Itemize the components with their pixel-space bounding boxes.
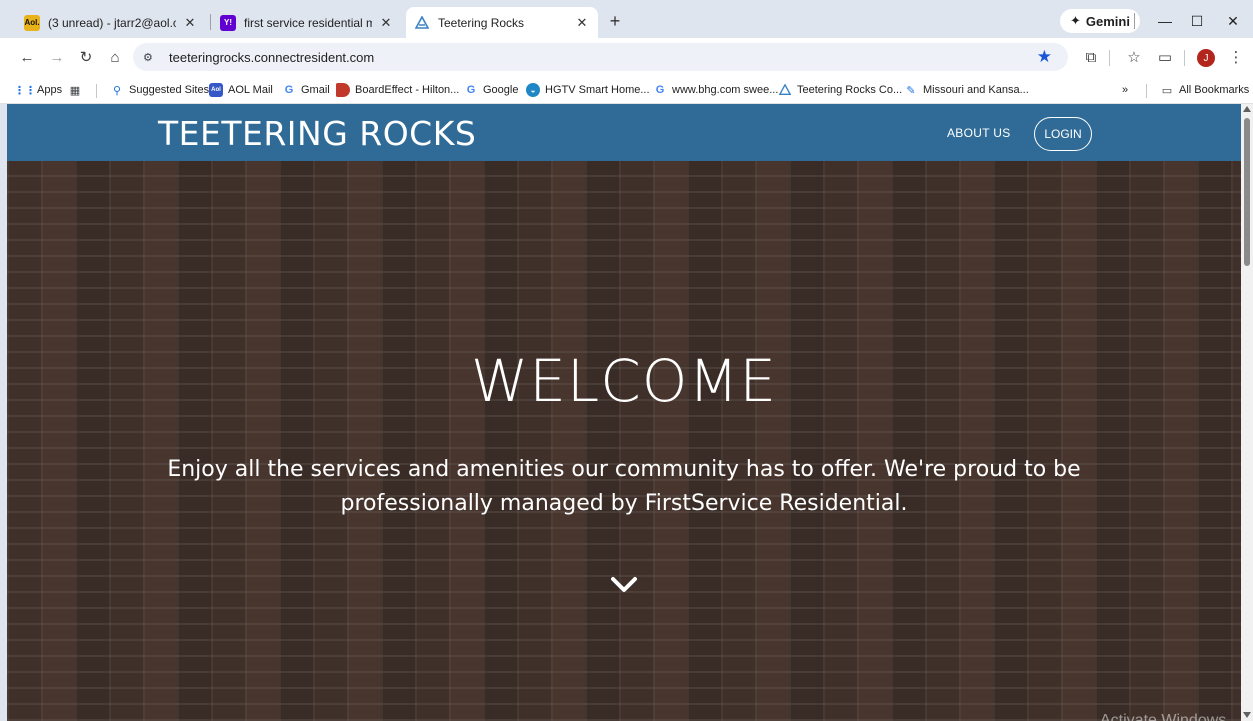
back-icon[interactable]: ← xyxy=(17,47,37,67)
bookmark-star-icon[interactable]: ★ xyxy=(1037,47,1052,67)
reload-icon[interactable]: ↻ xyxy=(76,47,96,67)
site-brand[interactable]: TEETERING ROCKS xyxy=(158,114,476,153)
gemini-label: Gemini xyxy=(1085,13,1130,29)
new-tab-icon[interactable]: + xyxy=(604,10,626,32)
toolbar-separator xyxy=(1184,50,1185,66)
bookmark-apps[interactable]: ⋮⋮ Apps xyxy=(14,80,63,100)
activate-windows-watermark: Activate Windows xyxy=(1100,712,1227,721)
bookmark-aol-mail[interactable]: Aol AOL Mail xyxy=(209,80,273,100)
hero-title: WELCOME xyxy=(470,347,778,415)
extensions-icon[interactable]: ⧉ xyxy=(1081,47,1101,67)
google-icon: G xyxy=(284,84,294,96)
all-bookmarks-label: All Bookmarks xyxy=(1179,84,1250,96)
site-header: TEETERING ROCKS ABOUT US LOGIN xyxy=(7,104,1241,161)
tab-groups-icon: ▦ xyxy=(69,84,81,97)
boardeffect-icon xyxy=(336,83,350,97)
bookmark-label: Suggested Sites xyxy=(129,84,210,96)
bookmark-label: Teetering Rocks Co... xyxy=(797,84,903,96)
chevron-double-right-icon: » xyxy=(1122,84,1129,96)
bookmark-hgtv[interactable]: ◒ HGTV Smart Home... xyxy=(526,80,650,100)
gemini-button[interactable]: ✦ Gemini xyxy=(1060,9,1140,33)
hero-subtitle-line: professionally managed by FirstService R… xyxy=(340,491,908,516)
bookmark-label: Gmail xyxy=(301,84,330,96)
scroll-up-arrow-icon[interactable] xyxy=(1243,106,1251,112)
close-icon[interactable]: ✕ xyxy=(182,15,198,31)
tab-title: first service residential mgmt - xyxy=(244,15,372,30)
tab-yahoo-search[interactable]: Y! first service residential mgmt - ✕ xyxy=(212,7,402,38)
bookmark-suggested-sites[interactable]: ⚲ Suggested Sites xyxy=(110,80,209,100)
tab-aol-mail[interactable]: Aol. (3 unread) - jtarr2@aol.com - A ✕ xyxy=(16,7,206,38)
aol-icon: Aol. xyxy=(24,14,40,31)
all-bookmarks-button[interactable]: ▭ All Bookmarks xyxy=(1160,80,1250,100)
hero-subtitle: Enjoy all the services and amenities our… xyxy=(157,453,1091,521)
bookmark-label: Google xyxy=(483,84,519,96)
address-bar[interactable]: ⚙ teeteringrocks.connectresident.com ★ xyxy=(133,43,1068,71)
sparkle-icon: ✦ xyxy=(1070,13,1081,28)
apps-grid-icon: ⋮⋮ xyxy=(14,84,36,97)
connectresident-icon xyxy=(414,15,430,31)
tab-title: Teetering Rocks xyxy=(438,15,525,30)
toolbar-separator xyxy=(1109,50,1110,66)
yahoo-icon: Y! xyxy=(220,14,236,31)
forward-icon[interactable]: → xyxy=(47,47,67,67)
chevron-down-icon[interactable] xyxy=(609,574,639,596)
scrollbar-thumb[interactable] xyxy=(1244,118,1250,266)
tab-strip: Aol. (3 unread) - jtarr2@aol.com - A ✕ Y… xyxy=(0,0,1253,38)
reading-list-icon[interactable]: ▭ xyxy=(1155,47,1175,67)
profile-avatar[interactable]: J xyxy=(1197,49,1215,67)
close-window-icon[interactable]: ✕ xyxy=(1219,8,1247,34)
nav-about-us-link[interactable]: ABOUT US xyxy=(947,126,1011,140)
maximize-icon[interactable]: ☐ xyxy=(1183,8,1211,34)
bookmark-tab-groups[interactable]: ▦ xyxy=(68,80,87,100)
web-page: TEETERING ROCKS ABOUT US LOGIN WELCOME E… xyxy=(7,104,1241,721)
minimize-icon[interactable]: — xyxy=(1151,8,1179,34)
bookmark-label: Missouri and Kansa... xyxy=(923,84,1029,96)
pen-icon: ✎ xyxy=(906,84,916,97)
bookmark-separator xyxy=(96,84,97,98)
tab-title: (3 unread) - jtarr2@aol.com - A xyxy=(48,15,176,30)
tab-teetering-rocks[interactable]: Teetering Rocks ✕ xyxy=(406,7,598,38)
bookmark-teetering-rocks[interactable]: Teetering Rocks Co... xyxy=(778,80,902,100)
bookmark-missouri-kansas[interactable]: ✎ Missouri and Kansa... xyxy=(904,80,1029,100)
connectresident-icon xyxy=(778,83,792,97)
bookmark-label: www.bhg.com swee... xyxy=(672,84,779,96)
hero-subtitle-line: Enjoy all the services and amenities our… xyxy=(167,457,1081,482)
close-icon[interactable]: ✕ xyxy=(378,15,394,31)
bookmark-gmail[interactable]: G Gmail xyxy=(282,80,330,100)
aol-icon: Aol xyxy=(209,83,223,97)
search-icon: ⚲ xyxy=(112,84,122,97)
menu-kebab-icon[interactable]: ⋮ xyxy=(1226,47,1246,67)
google-icon: G xyxy=(466,84,476,96)
google-icon: G xyxy=(655,84,665,96)
scroll-down-arrow-icon[interactable] xyxy=(1243,712,1251,718)
bookmark-separator xyxy=(1146,84,1147,98)
window-separator xyxy=(1134,13,1135,29)
page-scrollbar[interactable] xyxy=(1241,104,1253,721)
tab-separator xyxy=(210,14,211,30)
bookmark-label: AOL Mail xyxy=(228,84,273,96)
login-button[interactable]: LOGIN xyxy=(1034,117,1092,151)
browser-toolbar: ← → ↻ ⌂ ⚙ teeteringrocks.connectresident… xyxy=(0,38,1253,76)
bookmark-label: Apps xyxy=(37,84,63,96)
bookmark-label: HGTV Smart Home... xyxy=(545,84,650,96)
bookmarks-overflow-button[interactable]: » xyxy=(1122,80,1128,100)
bookmark-label: BoardEffect - Hilton... xyxy=(355,84,460,96)
hgtv-icon: ◒ xyxy=(526,83,540,97)
window-frame xyxy=(0,104,7,721)
bookmark-google[interactable]: G Google xyxy=(464,80,519,100)
folder-icon: ▭ xyxy=(1161,84,1173,97)
site-settings-icon[interactable]: ⚙ xyxy=(143,51,161,64)
bookmark-bhg[interactable]: G www.bhg.com swee... xyxy=(653,80,779,100)
favorites-icon[interactable]: ☆ xyxy=(1124,47,1144,67)
bookmark-boardeffect[interactable]: BoardEffect - Hilton... xyxy=(336,80,459,100)
url-text[interactable]: teeteringrocks.connectresident.com xyxy=(169,50,374,65)
home-icon[interactable]: ⌂ xyxy=(105,47,125,67)
close-icon[interactable]: ✕ xyxy=(574,15,590,31)
bookmarks-bar: ⋮⋮ Apps ▦ ⚲ Suggested Sites Aol AOL Mail… xyxy=(0,76,1253,104)
